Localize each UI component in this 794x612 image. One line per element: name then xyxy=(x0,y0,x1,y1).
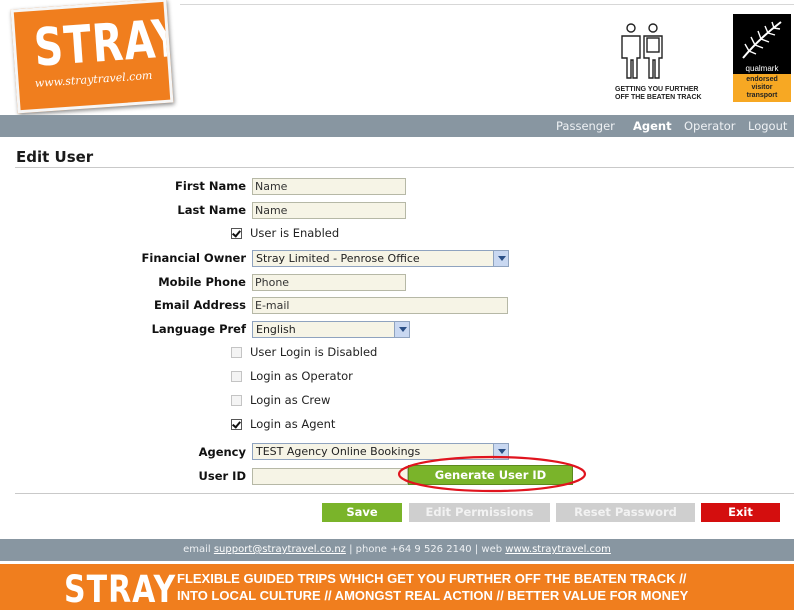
logo-wordmark: STRAY xyxy=(32,8,174,79)
footer-phone: | phone +64 9 526 2140 | web xyxy=(349,544,503,555)
login-agent-checkbox[interactable] xyxy=(231,419,242,430)
qualmark-line-2: visitor xyxy=(751,84,773,91)
fern-icon xyxy=(742,21,782,59)
user-enabled-label: User is Enabled xyxy=(250,226,340,240)
email-label: Email Address xyxy=(153,298,246,312)
email-input[interactable] xyxy=(252,297,508,314)
qualmark-label: endorsed visitor transport xyxy=(733,74,791,102)
stray-logo[interactable]: STRAY www.straytravel.com xyxy=(10,0,174,114)
qualmark-line-1: endorsed xyxy=(746,76,778,83)
qualmark-line-3: transport xyxy=(746,92,778,99)
title-divider xyxy=(15,167,794,168)
nav-passenger[interactable]: Passenger xyxy=(556,119,615,133)
last-name-label: Last Name xyxy=(177,203,246,217)
user-id-input[interactable] xyxy=(252,468,408,485)
footer-contact-bar: email support@straytravel.co.nz | phone … xyxy=(0,539,794,561)
login-disabled-checkbox[interactable] xyxy=(231,347,242,358)
highlight-ellipse xyxy=(397,455,587,493)
financial-owner-select[interactable]: Stray Limited - Penrose Office xyxy=(252,250,509,267)
top-nav: Passenger Agent Operator Logout xyxy=(0,115,794,137)
login-agent-label: Login as Agent xyxy=(250,417,336,431)
login-crew-label: Login as Crew xyxy=(250,393,331,407)
exit-button[interactable]: Exit xyxy=(701,503,780,522)
last-name-input[interactable] xyxy=(252,202,406,219)
login-crew-checkbox[interactable] xyxy=(231,395,242,406)
login-operator-checkbox[interactable] xyxy=(231,371,242,382)
financial-owner-label: Financial Owner xyxy=(141,251,246,265)
first-name-label: First Name xyxy=(175,179,246,193)
language-select[interactable]: English xyxy=(252,321,410,338)
form-divider xyxy=(15,493,794,494)
reset-password-button[interactable]: Reset Password xyxy=(556,503,695,522)
nav-agent[interactable]: Agent xyxy=(633,119,672,133)
nav-logout[interactable]: Logout xyxy=(748,119,787,133)
chevron-down-icon[interactable] xyxy=(394,322,409,337)
login-disabled-label: User Login is Disabled xyxy=(250,345,378,359)
login-operator-label: Login as Operator xyxy=(250,369,353,383)
user-id-label: User ID xyxy=(198,469,246,483)
first-name-input[interactable] xyxy=(252,178,406,195)
save-button[interactable]: Save xyxy=(322,503,402,522)
language-value: English xyxy=(256,323,296,336)
tagline-line-1: GETTING YOU FURTHER xyxy=(615,86,699,93)
footer-tagline: FLEXIBLE GUIDED TRIPS WHICH GET YOU FURT… xyxy=(177,570,688,604)
financial-owner-value: Stray Limited - Penrose Office xyxy=(256,252,420,265)
footer-email-prefix: email xyxy=(183,544,211,555)
page-title: Edit User xyxy=(16,148,94,166)
footer-tagline-line-1: FLEXIBLE GUIDED TRIPS WHICH GET YOU FURT… xyxy=(177,571,687,586)
mobile-phone-input[interactable] xyxy=(252,274,406,291)
footer-email-link[interactable]: support@straytravel.co.nz xyxy=(214,544,346,555)
mobile-phone-label: Mobile Phone xyxy=(158,275,246,289)
user-enabled-checkbox[interactable] xyxy=(231,228,242,239)
footer-tagline-line-2: INTO LOCAL CULTURE // AMONGST REAL ACTIO… xyxy=(177,588,689,603)
footer-contact-line: email support@straytravel.co.nz | phone … xyxy=(0,544,794,555)
qualmark-badge: qualmark endorsed visitor transport xyxy=(733,14,791,102)
footer-logo: STRAY xyxy=(64,568,177,612)
nav-operator[interactable]: Operator xyxy=(684,119,735,133)
edit-permissions-button[interactable]: Edit Permissions xyxy=(409,503,550,522)
brand-tagline: GETTING YOU FURTHER OFF THE BEATEN TRACK xyxy=(615,86,725,102)
language-label: Language Pref xyxy=(151,322,246,336)
tagline-line-2: OFF THE BEATEN TRACK xyxy=(615,94,702,101)
backpackers-icon xyxy=(621,23,663,79)
footer-brand-band: STRAY FLEXIBLE GUIDED TRIPS WHICH GET YO… xyxy=(0,564,794,612)
agency-value: TEST Agency Online Bookings xyxy=(256,445,421,458)
agency-label: Agency xyxy=(198,445,246,459)
chevron-down-icon[interactable] xyxy=(493,251,508,266)
footer-web-link[interactable]: www.straytravel.com xyxy=(505,544,611,555)
qualmark-name: qualmark xyxy=(745,64,779,73)
